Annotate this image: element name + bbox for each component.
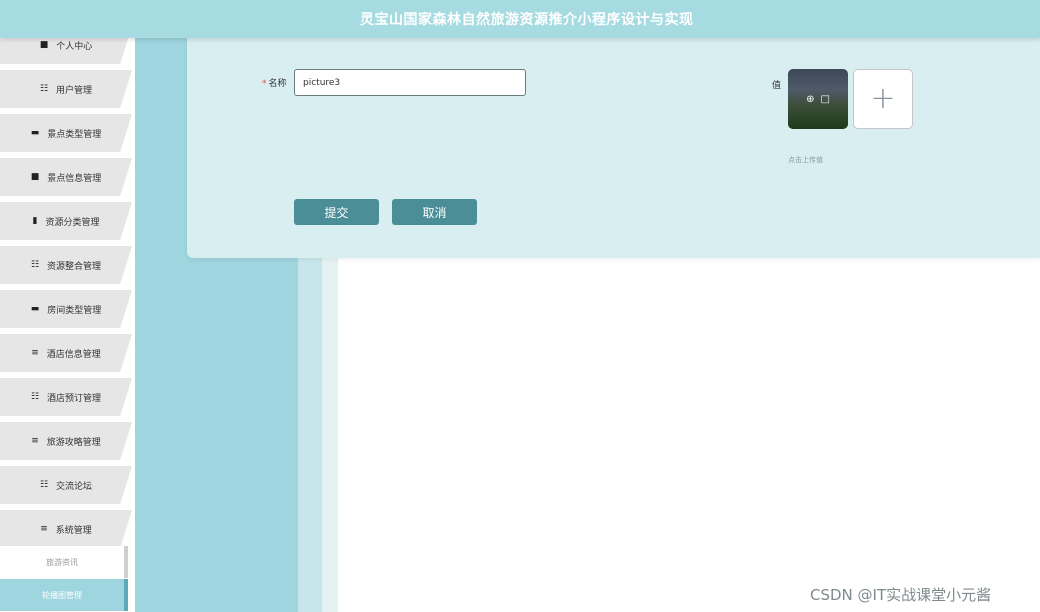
- required-mark: *: [262, 79, 267, 89]
- content-area: [338, 258, 1040, 612]
- delete-icon[interactable]: □: [820, 94, 829, 105]
- sidebar-item-label: 交流论坛: [56, 481, 93, 492]
- top-bar: 灵宝山国家森林自然旅游资源推介小程序设计与实现: [0, 0, 1040, 38]
- sidebar-item-label: 酒店信息管理: [46, 349, 101, 360]
- sidebar-item-travel-guides[interactable]: ≡ 旅游攻略管理: [0, 422, 132, 460]
- app-title: 灵宝山国家森林自然旅游资源推介小程序设计与实现: [360, 12, 694, 28]
- sidebar-item-resource-categories[interactable]: ▮ 资源分类管理: [0, 202, 132, 240]
- sidebar: ■ 个人中心 ☷ 用户管理 ▬ 景点类型管理 ■ 景点信息管理 ▮ 资源分类管理…: [0, 38, 135, 612]
- sidebar-item-forum[interactable]: ☷ 交流论坛: [0, 466, 132, 504]
- sidebar-item-label: 旅游攻略管理: [46, 437, 101, 448]
- upload-button[interactable]: +: [853, 69, 913, 129]
- sidebar-item-label: 房间类型管理: [47, 305, 102, 316]
- cancel-button[interactable]: 取消: [392, 199, 477, 225]
- zoom-in-icon[interactable]: ⊕: [806, 94, 814, 105]
- uploaded-image-thumbnail[interactable]: ⊕ □: [788, 69, 848, 129]
- list-icon: ≡: [31, 436, 39, 446]
- sidebar-subitem-travel-news[interactable]: 旅游资讯: [0, 546, 128, 578]
- sidebar-item-label: 个人中心: [56, 41, 93, 52]
- sidebar-item-profile[interactable]: ■ 个人中心: [0, 38, 132, 64]
- grid-icon: ☷: [30, 260, 40, 270]
- sidebar-item-label: 景点类型管理: [47, 129, 102, 140]
- sidebar-item-label: 资源整合管理: [47, 261, 102, 272]
- sidebar-item-room-types[interactable]: ▬ 房间类型管理: [0, 290, 132, 328]
- sidebar-item-label: 资源分类管理: [45, 217, 100, 228]
- monitor-icon: ▬: [30, 304, 40, 314]
- value-field-label: 值: [772, 81, 782, 91]
- sidebar-item-hotel-info[interactable]: ≡ 酒店信息管理: [0, 334, 132, 372]
- thumbnail-overlay: ⊕ □: [788, 69, 848, 129]
- sidebar-item-users[interactable]: ☷ 用户管理: [0, 70, 132, 108]
- upload-hint: 点击上传值: [788, 156, 823, 164]
- laptop-icon: ▬: [30, 128, 40, 138]
- content-edge: [322, 258, 338, 612]
- sidebar-item-label: 系统管理: [55, 525, 92, 536]
- watermark: CSDN @IT实战课堂小元酱: [810, 586, 992, 604]
- name-label-text: 名称: [268, 79, 287, 89]
- sidebar-item-hotel-booking[interactable]: ☷ 酒店预订管理: [0, 378, 132, 416]
- briefcase-icon: ■: [30, 172, 40, 182]
- name-field-label: * 名称: [262, 76, 287, 89]
- sidebar-item-resource-integration[interactable]: ☷ 资源整合管理: [0, 246, 132, 284]
- submit-button[interactable]: 提交: [294, 199, 379, 225]
- grid-icon: ☷: [39, 84, 49, 94]
- clipboard-icon: ▮: [32, 216, 38, 226]
- grid-icon: ☷: [39, 480, 49, 490]
- sidebar-item-label: 酒店预订管理: [47, 393, 102, 404]
- sidebar-item-system[interactable]: ≡ 系统管理: [0, 510, 132, 548]
- sidebar-item-label: 景点信息管理: [47, 173, 102, 184]
- sidebar-item-scenic-types[interactable]: ▬ 景点类型管理: [0, 114, 132, 152]
- plus-icon: +: [870, 81, 896, 116]
- apps-icon: ☷: [30, 392, 40, 402]
- sidebar-item-label: 用户管理: [56, 85, 93, 96]
- name-input[interactable]: [294, 69, 526, 96]
- person-icon: ■: [39, 40, 49, 50]
- sidebar-subitem-carousel[interactable]: 轮播图管理: [0, 579, 128, 611]
- menu-icon: ≡: [40, 524, 48, 534]
- content-strip: [298, 258, 322, 612]
- sidebar-item-scenic-info[interactable]: ■ 景点信息管理: [0, 158, 132, 196]
- list-icon: ≡: [31, 348, 39, 358]
